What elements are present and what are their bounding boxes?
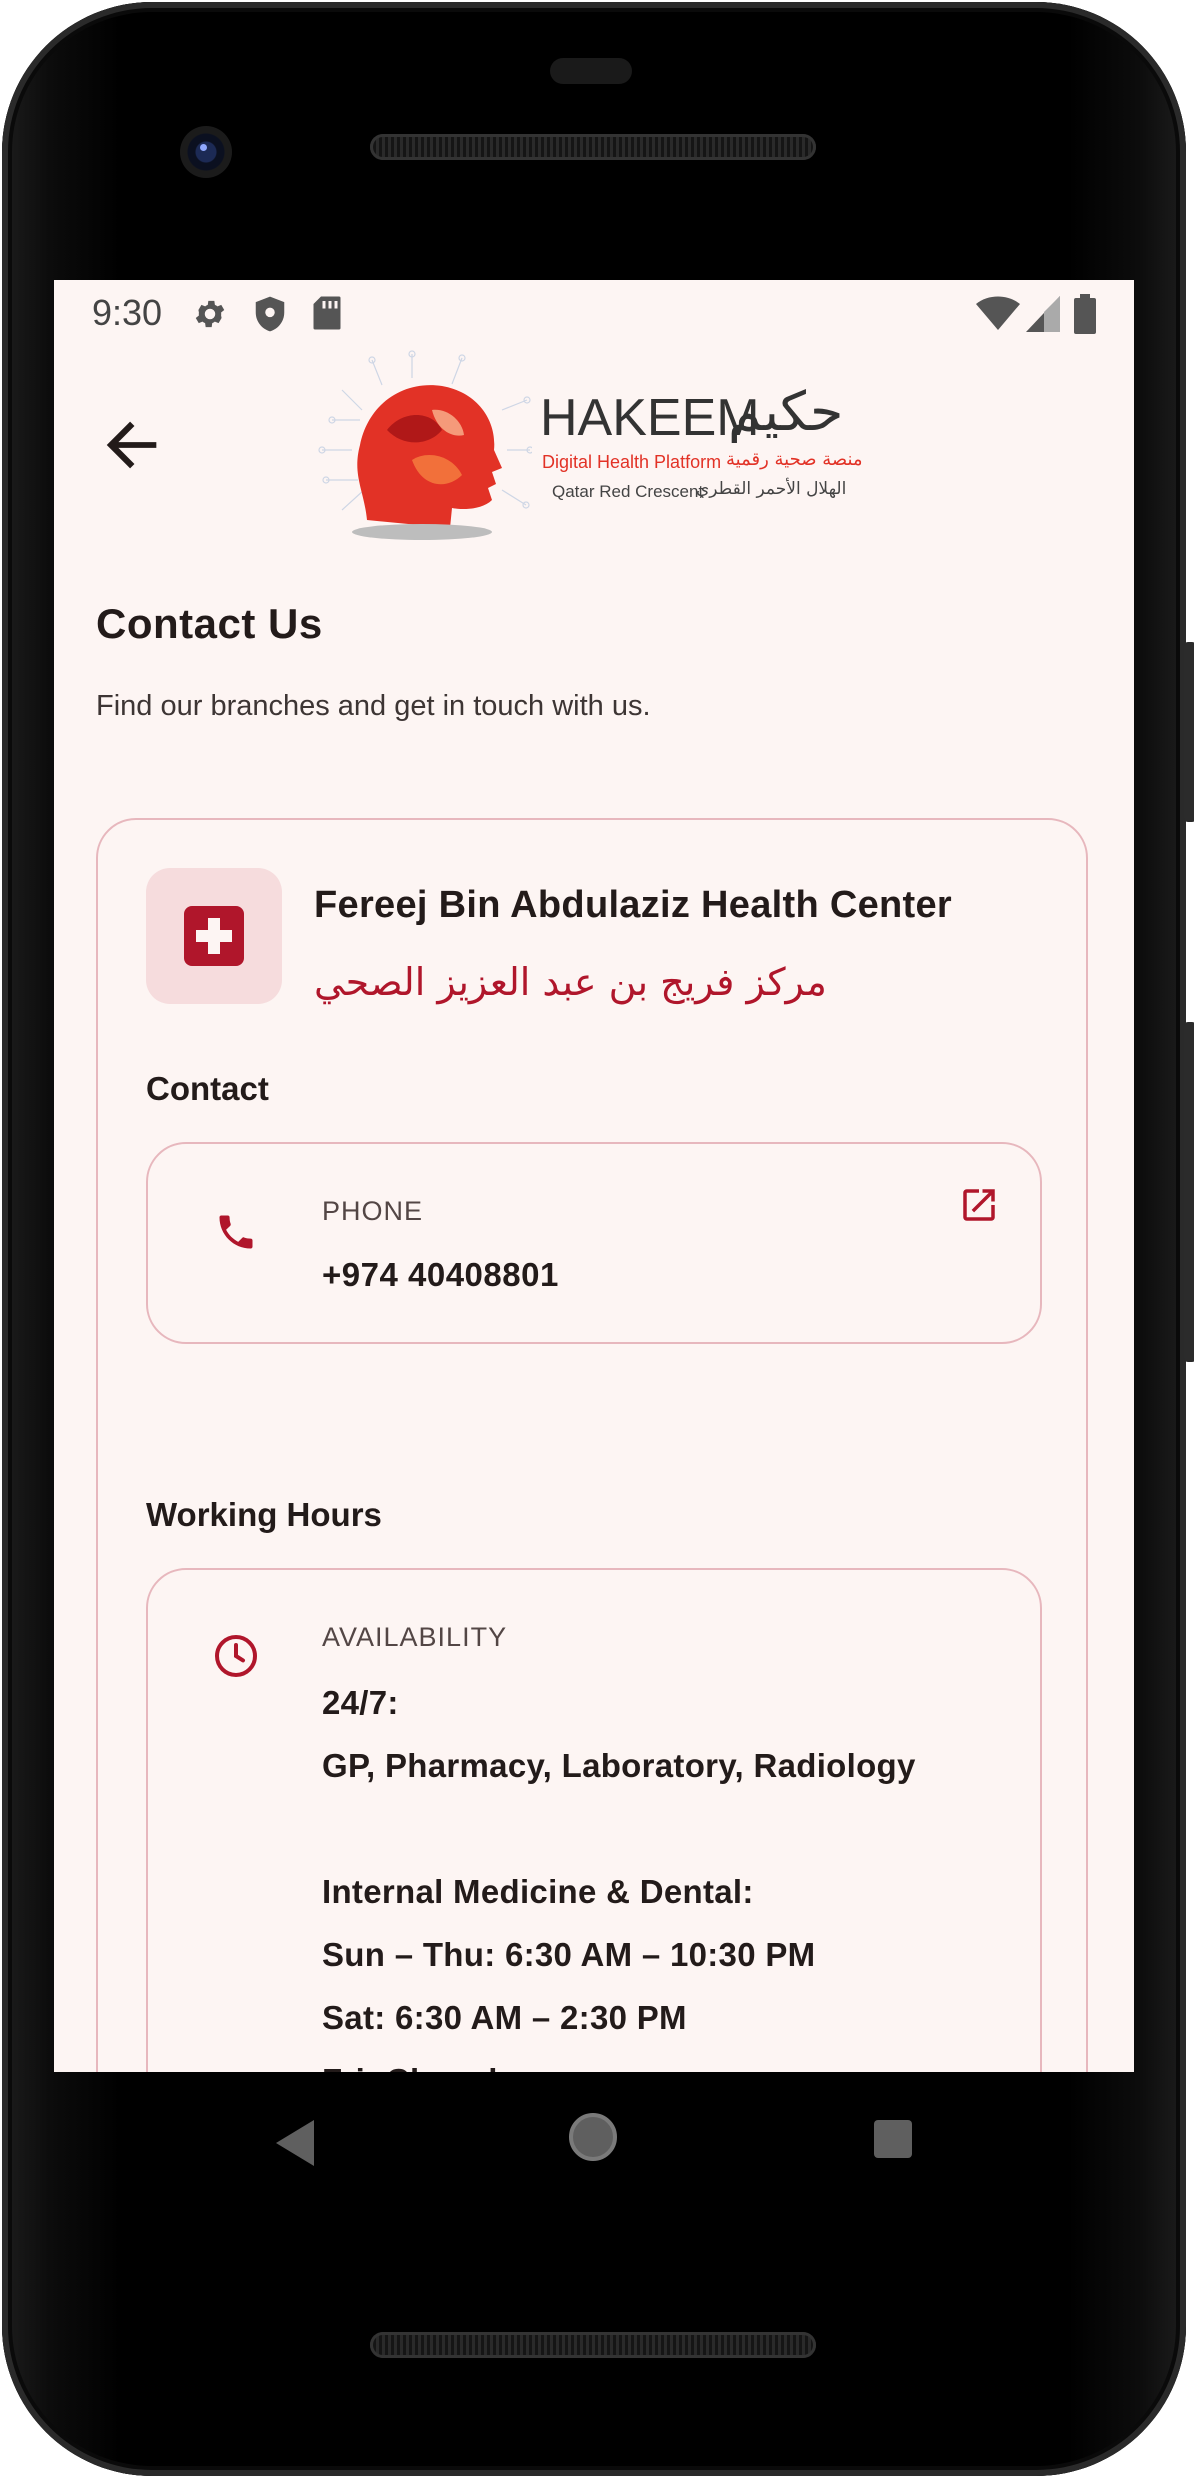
- volume-button: [1184, 642, 1194, 822]
- phone-label: PHONE: [322, 1196, 424, 1226]
- working-hours-section-label: Working Hours: [146, 1496, 382, 1533]
- logo-org-en: Qatar Red Crescent: [552, 482, 704, 501]
- sd-card-icon: [313, 296, 341, 330]
- status-bar: 9:30: [54, 280, 1134, 346]
- power-button: [1184, 1022, 1194, 1362]
- hours-line: Sat: 6:30 AM – 2:30 PM: [322, 1999, 687, 2036]
- branch-name-ar: مركز فريج بن عبد العزيز الصحي: [314, 960, 827, 1004]
- hakeem-logo: HAKEEM حكيم Digital Health Platform منصة…: [312, 350, 872, 550]
- hours-line: GP, Pharmacy, Laboratory, Radiology: [322, 1747, 916, 1784]
- page-title: Contact Us: [96, 600, 323, 647]
- back-arrow-icon[interactable]: [98, 410, 168, 480]
- head-logo-graphic: [318, 350, 532, 540]
- hours-line: 24/7:: [322, 1684, 399, 1721]
- logo-name-ar: حكيم: [728, 380, 844, 443]
- availability-box: AVAILABILITY 24/7: GP, Pharmacy, Laborat…: [146, 1568, 1042, 2072]
- contact-section-label: Contact: [146, 1070, 269, 1107]
- nav-home-icon[interactable]: [566, 2110, 620, 2164]
- settings-gear-icon: [195, 300, 225, 328]
- front-camera: [180, 126, 232, 178]
- cellular-signal-icon: [1026, 296, 1060, 332]
- app-screen: 9:30 HAKEEM حكيم Digital Health Platform…: [54, 280, 1134, 2072]
- logo-name-en: HAKEEM: [540, 389, 760, 447]
- hours-line: Internal Medicine & Dental:: [322, 1873, 754, 1910]
- nav-recents-icon[interactable]: [872, 2118, 914, 2160]
- branch-icon-box: [146, 868, 282, 1004]
- medical-cross-icon: [184, 906, 244, 966]
- page-subtitle: Find our branches and get in touch with …: [96, 690, 651, 722]
- shield-icon: [255, 296, 285, 332]
- phone-contact-box[interactable]: PHONE +974 40408801: [146, 1142, 1042, 1344]
- hours-line: Fri: Closed: [322, 2062, 498, 2072]
- wifi-icon: [976, 296, 1020, 330]
- logo-tagline-en: Digital Health Platform: [542, 452, 722, 472]
- phone-value[interactable]: +974 40408801: [322, 1256, 559, 1294]
- branch-card: Fereej Bin Abdulaziz Health Center مركز …: [96, 818, 1088, 2072]
- logo-org-ar: الهلال الأحمر القطري: [696, 479, 847, 499]
- bottom-speaker-grille: [370, 2332, 816, 2358]
- top-speaker-grille: [370, 134, 816, 160]
- phone-icon: [219, 1215, 253, 1249]
- hours-line: Sun – Thu: 6:30 AM – 10:30 PM: [322, 1936, 816, 1973]
- logo-tagline-ar: منصة صحية رقمية: [726, 449, 863, 470]
- nav-back-icon[interactable]: [272, 2118, 316, 2168]
- device-frame: 9:30 HAKEEM حكيم Digital Health Platform…: [2, 2, 1194, 2476]
- earpiece: [550, 58, 632, 84]
- open-external-icon[interactable]: [958, 1184, 1000, 1226]
- branch-name-en: Fereej Bin Abdulaziz Health Center: [314, 884, 953, 926]
- battery-icon: [1074, 294, 1096, 334]
- status-time: 9:30: [92, 292, 163, 333]
- clock-icon: [215, 1635, 257, 1677]
- availability-label: AVAILABILITY: [322, 1622, 508, 1652]
